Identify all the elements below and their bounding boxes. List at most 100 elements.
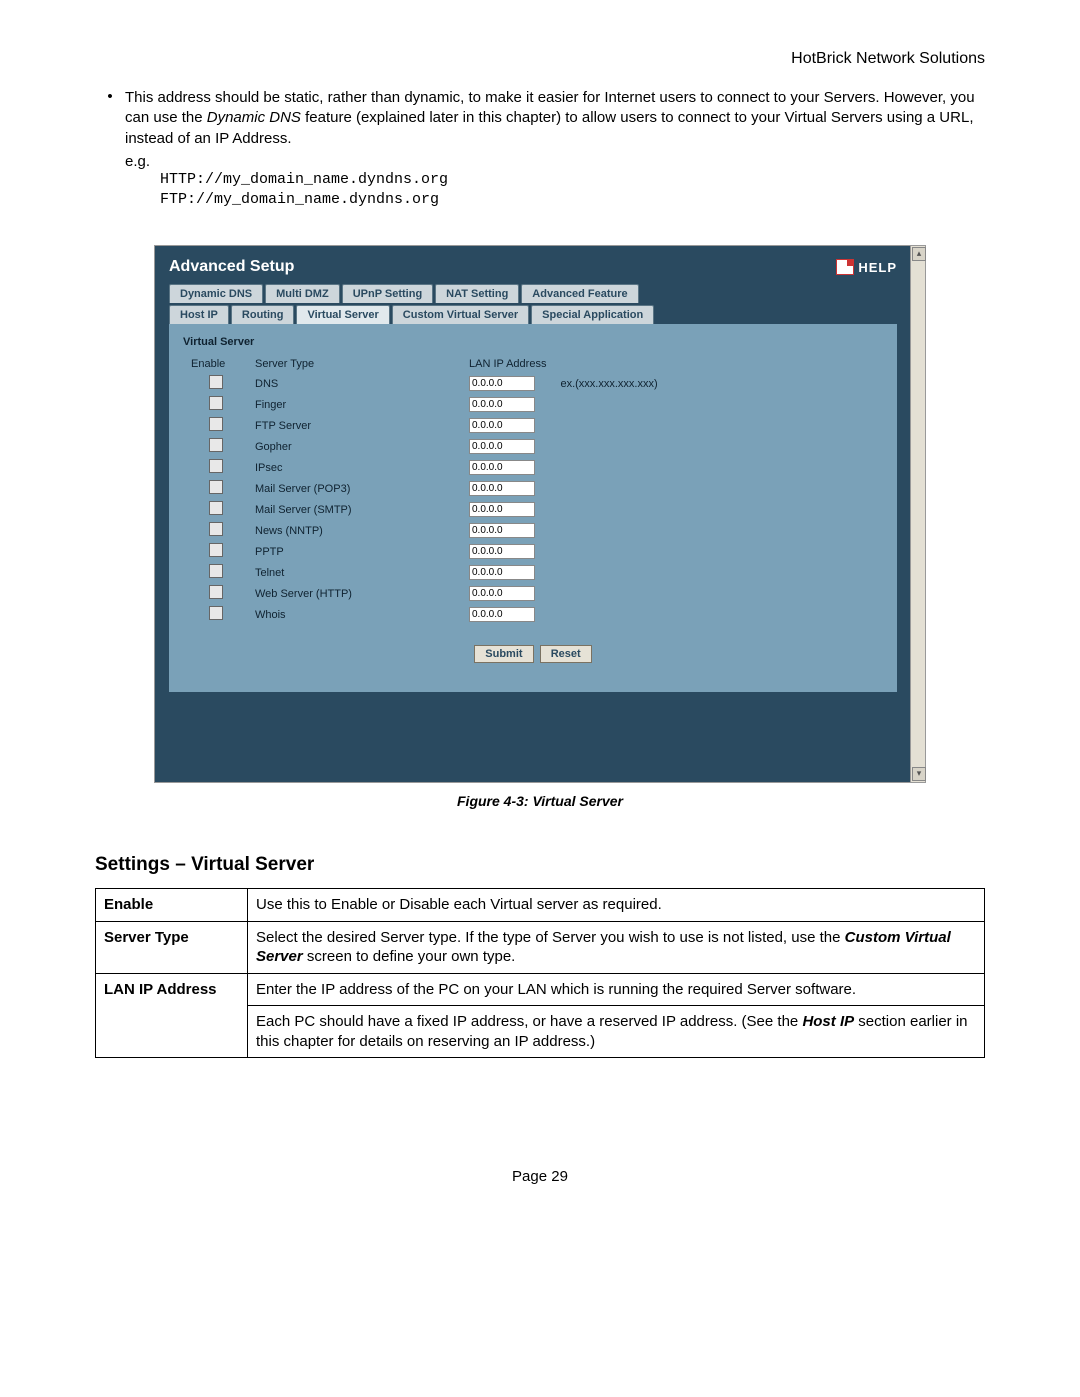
example-url-1: HTTP://my_domain_name.dyndns.org [160,170,985,190]
bullet-text: This address should be static, rather th… [125,88,985,149]
table-row: Gopher [185,437,664,456]
settings-value: Use this to Enable or Disable each Virtu… [248,889,985,922]
lan-ip-input[interactable] [469,481,535,496]
server-type-cell: Gopher [249,437,461,456]
lan-ip-input[interactable] [469,544,535,559]
example-url-2: FTP://my_domain_name.dyndns.org [160,190,985,210]
figure-caption: Figure 4-3: Virtual Server [95,793,985,809]
server-type-cell: DNS [249,374,461,393]
tab-advanced-feature[interactable]: Advanced Feature [521,284,638,303]
panel-heading: Advanced Setup [169,258,294,276]
col-lan-ip: LAN IP Address [463,356,552,372]
enable-checkbox[interactable] [209,375,223,389]
lan-ip-input[interactable] [469,418,535,433]
server-type-cell: News (NNTP) [249,521,461,540]
reset-button[interactable]: Reset [540,645,592,663]
example-label: e.g. [125,153,985,170]
enable-checkbox[interactable] [209,417,223,431]
scroll-down-icon[interactable]: ▾ [912,767,926,781]
enable-checkbox[interactable] [209,459,223,473]
lan-ip-input[interactable] [469,397,535,412]
tab-host-ip[interactable]: Host IP [169,305,229,324]
settings-table: Enable Use this to Enable or Disable eac… [95,888,985,1058]
screenshot-frame: ▴ ▾ Advanced Setup HELP Dynamic DNS Mult… [154,245,926,783]
table-row: Mail Server (POP3) [185,479,664,498]
table-row: PPTP [185,542,664,561]
settings-label: LAN IP Address [96,973,248,1058]
lan-ip-input[interactable] [469,460,535,475]
col-server-type: Server Type [249,356,461,372]
help-link[interactable]: HELP [836,259,897,275]
server-type-cell: Telnet [249,563,461,582]
tab-row-2: Host IP Routing Virtual Server Custom Vi… [155,305,911,324]
help-label: HELP [858,260,897,275]
tab-dynamic-dns[interactable]: Dynamic DNS [169,284,263,303]
col-enable: Enable [185,356,247,372]
lan-ip-input[interactable] [469,502,535,517]
tab-nat-setting[interactable]: NAT Setting [435,284,519,303]
tab-special-application[interactable]: Special Application [531,305,654,324]
scrollbar[interactable]: ▴ ▾ [910,246,925,782]
settings-label: Server Type [96,921,248,973]
server-type-cell: Mail Server (SMTP) [249,500,461,519]
lan-ip-input[interactable] [469,586,535,601]
submit-button[interactable]: Submit [474,645,533,663]
server-type-cell: FTP Server [249,416,461,435]
server-type-cell: IPsec [249,458,461,477]
settings-value: Each PC should have a fixed IP address, … [248,1006,985,1058]
page-header-brand: HotBrick Network Solutions [95,50,985,68]
tab-virtual-server[interactable]: Virtual Server [296,305,389,324]
enable-checkbox[interactable] [209,480,223,494]
tab-multi-dmz[interactable]: Multi DMZ [265,284,340,303]
text: Each PC should have a fixed IP address, … [256,1013,802,1030]
tab-routing[interactable]: Routing [231,305,295,324]
table-row: Finger [185,395,664,414]
page-number: Page 29 [95,1168,985,1185]
server-type-cell: Finger [249,395,461,414]
lan-ip-input[interactable] [469,607,535,622]
scroll-up-icon[interactable]: ▴ [912,247,926,261]
table-row: Telnet [185,563,664,582]
table-row: Whois [185,605,664,624]
server-type-cell: Mail Server (POP3) [249,479,461,498]
lan-ip-input[interactable] [469,376,535,391]
lan-ip-input[interactable] [469,565,535,580]
panel-title: Virtual Server [183,336,883,348]
server-type-cell: Web Server (HTTP) [249,584,461,603]
virtual-server-panel: Virtual Server Enable Server Type LAN IP… [169,324,897,692]
ip-hint: ex.(xxx.xxx.xxx.xxx) [554,374,663,393]
enable-checkbox[interactable] [209,438,223,452]
table-row: Mail Server (SMTP) [185,500,664,519]
table-row: IPsec [185,458,664,477]
settings-value: Enter the IP address of the PC on your L… [248,973,985,1006]
table-row: News (NNTP) [185,521,664,540]
virtual-server-table: Enable Server Type LAN IP Address DNS ex… [183,354,666,626]
table-row: DNS ex.(xxx.xxx.xxx.xxx) [185,374,664,393]
server-type-cell: PPTP [249,542,461,561]
section-heading: Settings – Virtual Server [95,854,985,876]
enable-checkbox[interactable] [209,501,223,515]
table-row: FTP Server [185,416,664,435]
settings-value: Select the desired Server type. If the t… [248,921,985,973]
server-type-cell: Whois [249,605,461,624]
enable-checkbox[interactable] [209,522,223,536]
enable-checkbox[interactable] [209,396,223,410]
text: screen to define your own type. [303,948,516,965]
enable-checkbox[interactable] [209,564,223,578]
text-emphasis: Host IP [802,1013,854,1030]
bullet-dot: • [95,88,125,149]
enable-checkbox[interactable] [209,585,223,599]
table-row: Web Server (HTTP) [185,584,664,603]
bullet-item: • This address should be static, rather … [95,88,985,149]
help-icon [836,259,854,275]
text-emphasis: Dynamic DNS [207,109,301,126]
tab-custom-virtual-server[interactable]: Custom Virtual Server [392,305,529,324]
enable-checkbox[interactable] [209,543,223,557]
tab-upnp-setting[interactable]: UPnP Setting [342,284,433,303]
settings-label: Enable [96,889,248,922]
tab-row-1: Dynamic DNS Multi DMZ UPnP Setting NAT S… [155,284,911,303]
lan-ip-input[interactable] [469,439,535,454]
screenshot-footer-fill [155,692,911,782]
enable-checkbox[interactable] [209,606,223,620]
lan-ip-input[interactable] [469,523,535,538]
